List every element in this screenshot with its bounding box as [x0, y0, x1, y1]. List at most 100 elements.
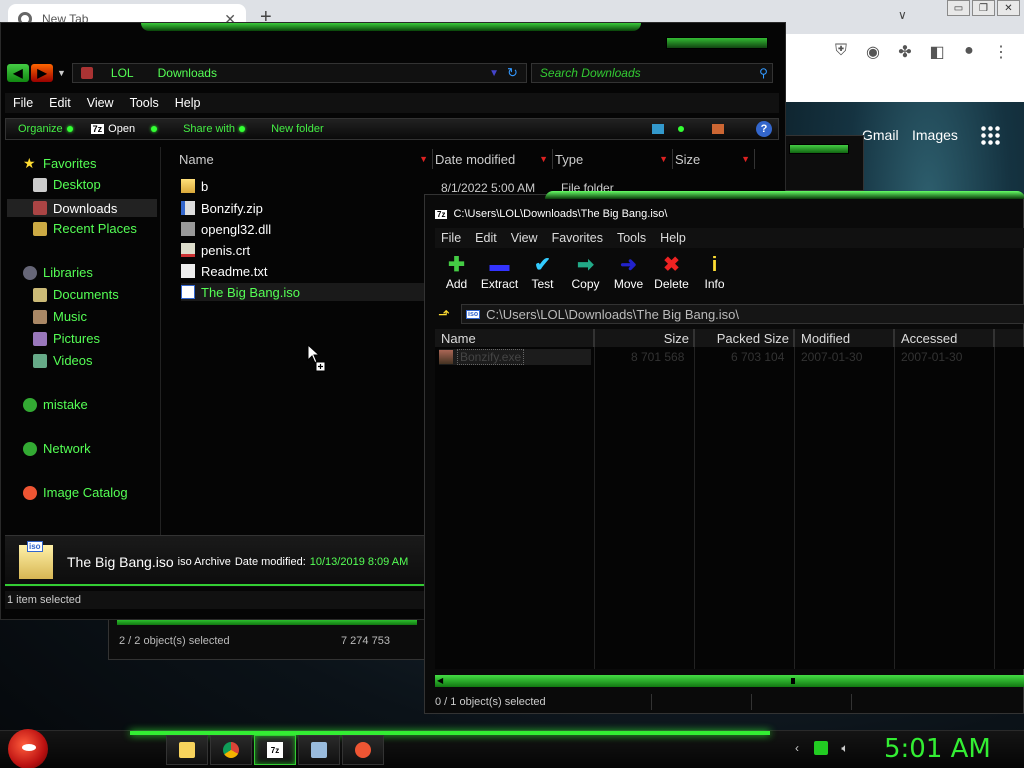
horizontal-scrollbar[interactable]: ◀ [435, 675, 1024, 687]
new-folder-button[interactable]: New folder [271, 123, 324, 135]
nav-recent-places[interactable]: Recent Places [33, 221, 137, 236]
column-header-name[interactable]: Name ▼ [179, 149, 433, 169]
nav-pictures[interactable]: Pictures [33, 331, 100, 346]
scroll-left-icon[interactable]: ◀ [437, 676, 443, 685]
column-header-packed-size[interactable]: Packed Size [695, 329, 795, 347]
nav-documents[interactable]: Documents [33, 287, 119, 302]
sidebar-icon[interactable]: ◧ [928, 42, 946, 62]
file-item[interactable]: penis.crt [181, 241, 250, 259]
sort-arrow-icon[interactable]: ▼ [539, 154, 548, 164]
menu-bar: File Edit View Favorites Tools Help [435, 228, 1024, 248]
nav-videos[interactable]: Videos [33, 353, 93, 368]
add-button[interactable]: ✚ Add [435, 253, 478, 291]
menu-edit[interactable]: Edit [41, 96, 79, 110]
history-dropdown-icon[interactable]: ▼ [57, 68, 66, 78]
scroll-thumb[interactable] [791, 678, 795, 684]
menu-file[interactable]: File [5, 96, 41, 110]
gmail-link[interactable]: Gmail [862, 127, 899, 143]
network-icon[interactable] [814, 741, 828, 755]
file-item[interactable]: opengl32.dll [181, 220, 271, 238]
column-header-date[interactable]: Date modified ▼ [435, 149, 553, 169]
close-window-button[interactable]: ✕ [997, 0, 1020, 16]
nav-libraries[interactable]: Libraries [23, 265, 93, 280]
puzzle-icon[interactable]: ✤ [896, 42, 914, 62]
move-button[interactable]: ➜ Move [607, 253, 650, 291]
window-controls[interactable] [666, 37, 768, 49]
dropdown-dot-icon[interactable] [678, 126, 684, 132]
menu-help[interactable]: Help [167, 96, 209, 110]
taskbar-image-catalog[interactable] [342, 735, 384, 765]
column-header-size[interactable]: Size [595, 329, 695, 347]
profile-icon[interactable]: ● [960, 42, 978, 62]
menu-view[interactable]: View [505, 231, 546, 245]
open-button[interactable]: 7z Open [90, 123, 158, 135]
view-icon[interactable] [652, 124, 664, 134]
back-button[interactable]: ◀ [7, 64, 29, 82]
apps-grid-icon[interactable] [980, 125, 1000, 145]
menu-file[interactable]: File [435, 231, 469, 245]
taskbar-7zip[interactable]: 7z [254, 735, 296, 765]
volume-icon[interactable]: 🔈︎ [838, 741, 852, 755]
menu-dots-icon[interactable]: ⋮ [992, 42, 1010, 62]
nav-favorites[interactable]: ★ Favorites [23, 155, 96, 172]
nav-mistake[interactable]: mistake [23, 397, 88, 412]
taskbar-explorer[interactable] [166, 735, 208, 765]
nav-desktop[interactable]: Desktop [33, 177, 101, 192]
nav-downloads[interactable]: Downloads [7, 199, 157, 217]
column-header-extra[interactable] [995, 329, 1024, 347]
start-button[interactable] [8, 729, 48, 768]
shield-icon[interactable]: ⛨ [832, 42, 850, 62]
restore-button[interactable]: ❐ [972, 0, 995, 16]
flag-icon[interactable]: ◉ [864, 42, 882, 62]
clock[interactable]: 5:01 AM [884, 734, 991, 764]
extract-button[interactable]: ▬ Extract [478, 253, 521, 291]
menu-tools[interactable]: Tools [122, 96, 167, 110]
breadcrumb-lol[interactable]: LOL [111, 66, 134, 80]
file-item[interactable]: Readme.txt [181, 262, 267, 280]
nav-image-catalog[interactable]: Image Catalog [23, 485, 128, 500]
forward-button[interactable]: ▶ [31, 64, 53, 82]
organize-button[interactable]: Organize [18, 123, 73, 135]
preview-pane-icon[interactable] [712, 124, 724, 134]
path-input[interactable]: iso C:\Users\LOL\Downloads\The Big Bang.… [461, 304, 1024, 324]
sort-arrow-icon[interactable]: ▼ [419, 154, 428, 164]
menu-help[interactable]: Help [654, 231, 694, 245]
column-header-accessed[interactable]: Accessed [895, 329, 995, 347]
delete-button[interactable]: ✖ Delete [650, 253, 693, 291]
copy-button[interactable]: ➡ Copy [564, 253, 607, 291]
minimize-button[interactable]: ▭ [947, 0, 970, 16]
taskbar-notepad[interactable] [298, 735, 340, 765]
folder-up-icon[interactable]: ⬏ [433, 305, 455, 323]
taskbar-chrome[interactable] [210, 735, 252, 765]
open-label: Open [108, 123, 136, 135]
sort-arrow-icon[interactable]: ▼ [659, 154, 668, 164]
column-header-type[interactable]: Type ▼ [555, 149, 673, 169]
menu-tools[interactable]: Tools [611, 231, 654, 245]
table-row[interactable]: Bonzify.exe [439, 349, 591, 365]
breadcrumb-downloads[interactable]: Downloads [158, 66, 217, 80]
column-header-name[interactable]: Name [435, 329, 595, 347]
menu-edit[interactable]: Edit [469, 231, 505, 245]
sort-arrow-icon[interactable]: ▼ [741, 154, 750, 164]
nav-network[interactable]: Network [23, 441, 91, 456]
info-button[interactable]: i Info [693, 253, 736, 291]
search-icon[interactable]: ⚲ [759, 66, 768, 80]
address-bar[interactable]: LOL Downloads ▼ ↻ [71, 63, 527, 83]
column-header-modified[interactable]: Modified [795, 329, 895, 347]
test-button[interactable]: ✔ Test [521, 253, 564, 291]
share-with-button[interactable]: Share with [183, 123, 246, 135]
chevron-down-icon[interactable]: ▼ [489, 68, 499, 79]
nav-music[interactable]: Music [33, 309, 87, 324]
refresh-icon[interactable]: ↻ [507, 65, 518, 81]
menu-favorites[interactable]: Favorites [546, 231, 611, 245]
column-header-size[interactable]: Size ▼ [675, 149, 755, 169]
help-icon[interactable]: ? [756, 121, 772, 137]
menu-view[interactable]: View [79, 96, 122, 110]
show-hidden-icons[interactable]: ‹ [790, 741, 804, 755]
file-item[interactable]: b [181, 177, 208, 195]
chevron-down-icon[interactable]: ∨ [898, 8, 907, 22]
images-link[interactable]: Images [912, 127, 958, 143]
file-item[interactable]: Bonzify.zip [181, 199, 263, 217]
file-item-selected[interactable]: The Big Bang.iso [181, 283, 427, 301]
search-input[interactable]: Search Downloads ⚲ [530, 63, 773, 83]
